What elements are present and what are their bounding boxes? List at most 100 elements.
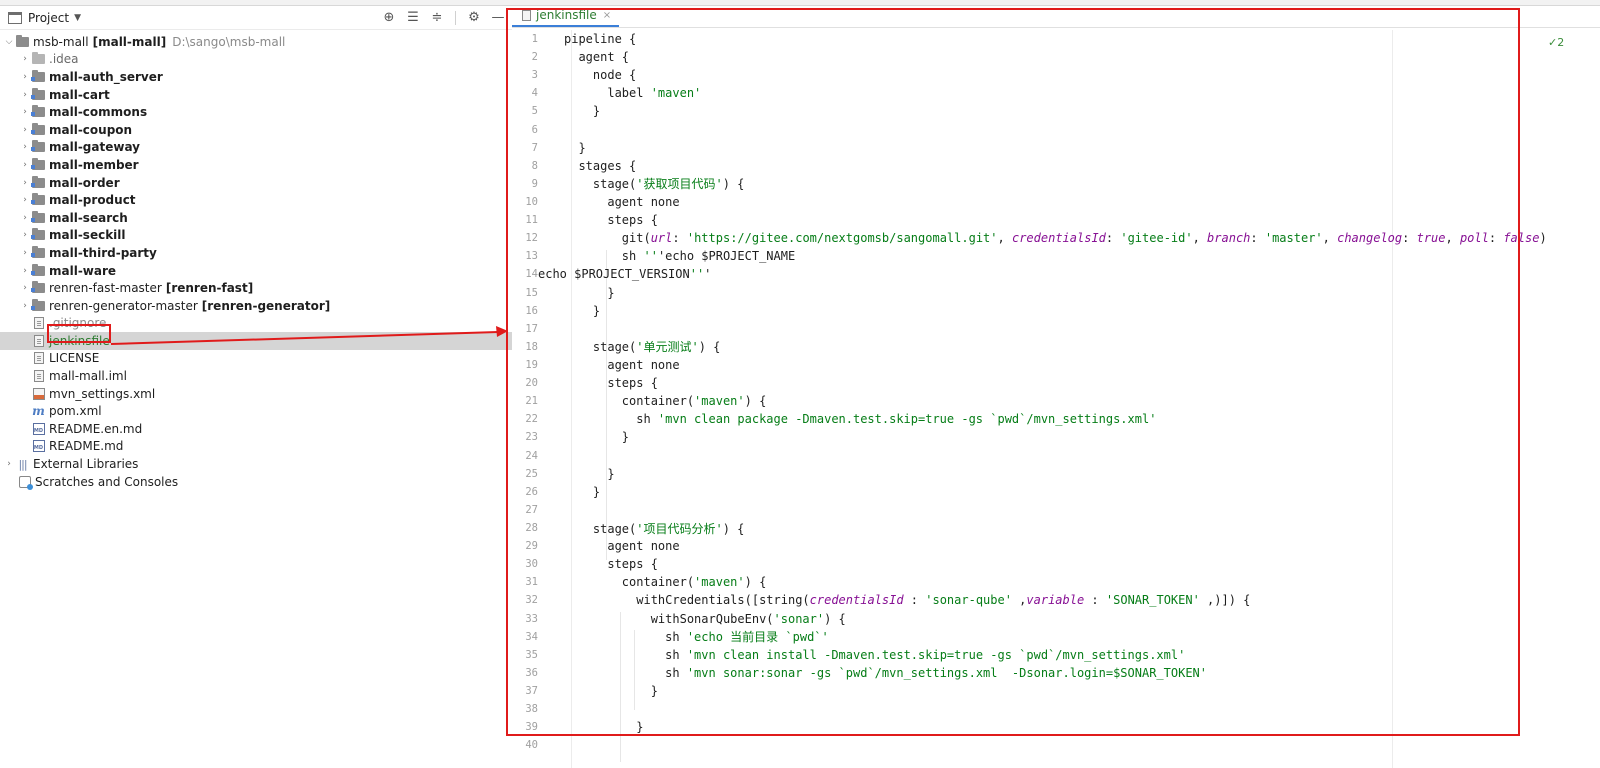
- code-line[interactable]: 10 agent none: [512, 193, 1600, 211]
- code-line[interactable]: 16 }: [512, 302, 1600, 320]
- code-text: container('maven') {: [564, 394, 767, 409]
- chevron-right-icon[interactable]: ›: [18, 283, 32, 293]
- tree-item-module[interactable]: › renren-fast-master [renren-fast]: [0, 279, 512, 297]
- tree-item-module[interactable]: › mall-search: [0, 209, 512, 227]
- code-line[interactable]: 19 agent none: [512, 356, 1600, 374]
- code-line[interactable]: 5 }: [512, 102, 1600, 120]
- chevron-right-icon[interactable]: ›: [18, 248, 32, 258]
- chevron-right-icon[interactable]: ›: [18, 178, 32, 188]
- tree-item-module[interactable]: › mall-order: [0, 174, 512, 192]
- tree-item-module[interactable]: › mall-commons: [0, 103, 512, 121]
- code-line[interactable]: 24: [512, 447, 1600, 465]
- code-line[interactable]: 40: [512, 736, 1600, 754]
- tree-item-file[interactable]: m pom.xml: [0, 402, 512, 420]
- project-view-selector[interactable]: Project: [28, 11, 69, 25]
- chevron-right-icon[interactable]: ›: [2, 459, 16, 469]
- chevron-right-icon[interactable]: ›: [18, 72, 32, 82]
- code-line[interactable]: 27: [512, 501, 1600, 519]
- tree-item-file[interactable]: mvn_settings.xml: [0, 385, 512, 403]
- code-line[interactable]: 29 agent none: [512, 537, 1600, 555]
- tree-item-file[interactable]: LICENSE: [0, 350, 512, 368]
- chevron-right-icon[interactable]: ›: [18, 160, 32, 170]
- code-text: echo $PROJECT_VERSION''': [538, 267, 712, 282]
- tree-item-module[interactable]: › mall-ware: [0, 262, 512, 280]
- code-area[interactable]: 1 pipeline {2 agent {3 node {4 label 'mav…: [512, 30, 1600, 768]
- code-line[interactable]: 37 }: [512, 682, 1600, 700]
- chevron-right-icon[interactable]: ›: [18, 125, 32, 135]
- tree-item-module[interactable]: › mall-gateway: [0, 139, 512, 157]
- chevron-right-icon[interactable]: ›: [18, 142, 32, 152]
- chevron-right-icon[interactable]: ›: [18, 90, 32, 100]
- line-number: 37: [525, 684, 538, 697]
- chevron-right-icon[interactable]: ›: [18, 230, 32, 240]
- code-line[interactable]: 30 steps {: [512, 555, 1600, 573]
- code-line[interactable]: 31 container('maven') {: [512, 573, 1600, 591]
- tree-item-idea[interactable]: › .idea: [0, 51, 512, 69]
- code-line[interactable]: 28 stage('项目代码分析') {: [512, 519, 1600, 537]
- code-line[interactable]: 15 }: [512, 284, 1600, 302]
- code-line[interactable]: 36 sh 'mvn sonar:sonar -gs `pwd`/mvn_set…: [512, 664, 1600, 682]
- tree-item-file[interactable]: mall-mall.iml: [0, 367, 512, 385]
- tab-jenkinsfile[interactable]: jenkinsfile ×: [512, 5, 620, 27]
- code-line[interactable]: 6: [512, 121, 1600, 139]
- code-line[interactable]: 1 pipeline {: [512, 30, 1600, 48]
- code-line[interactable]: 34 sh 'echo 当前目录 `pwd`': [512, 628, 1600, 646]
- code-line[interactable]: 22 sh 'mvn clean package -Dmaven.test.sk…: [512, 410, 1600, 428]
- tree-item-module[interactable]: › mall-member: [0, 156, 512, 174]
- code-line[interactable]: 3 node {: [512, 66, 1600, 84]
- code-line[interactable]: 25 }: [512, 465, 1600, 483]
- code-line[interactable]: 18 stage('单元测试') {: [512, 338, 1600, 356]
- code-line[interactable]: 23 }: [512, 428, 1600, 446]
- tree-item-file[interactable]: MD README.md: [0, 438, 512, 456]
- code-line[interactable]: 9 stage('获取项目代码') {: [512, 175, 1600, 193]
- code-line[interactable]: 26 }: [512, 483, 1600, 501]
- code-line[interactable]: 11 steps {: [512, 211, 1600, 229]
- tree-item-root[interactable]: ⌵ msb-mall [mall-mall] D:\sango\msb-mall: [0, 33, 512, 51]
- tree-item-module[interactable]: › mall-auth_server: [0, 68, 512, 86]
- code-line[interactable]: 21 container('maven') {: [512, 392, 1600, 410]
- code-text: }: [564, 303, 601, 318]
- code-line[interactable]: 33 withSonarQubeEnv('sonar') {: [512, 610, 1600, 628]
- code-line[interactable]: 4 label 'maven': [512, 84, 1600, 102]
- expand-all-icon[interactable]: ☰: [403, 9, 423, 27]
- code-line[interactable]: 38: [512, 700, 1600, 718]
- chevron-down-icon[interactable]: ⌵: [2, 37, 16, 47]
- chevron-right-icon[interactable]: ›: [18, 107, 32, 117]
- locate-file-icon[interactable]: ⊕: [379, 9, 399, 27]
- chevron-down-icon[interactable]: ▼: [74, 13, 81, 23]
- tree-item-scratches[interactable]: Scratches and Consoles: [0, 473, 512, 491]
- code-line[interactable]: 39 }: [512, 718, 1600, 736]
- tree-item-module[interactable]: › mall-third-party: [0, 244, 512, 262]
- line-number: 30: [525, 558, 538, 571]
- line-number: 40: [525, 739, 538, 752]
- code-line[interactable]: 13 sh '''echo $PROJECT_NAME: [512, 247, 1600, 265]
- chevron-right-icon[interactable]: ›: [18, 301, 32, 311]
- chevron-right-icon[interactable]: ›: [18, 54, 32, 64]
- chevron-right-icon[interactable]: ›: [18, 266, 32, 276]
- code-line[interactable]: 32 withCredentials([string(credentialsId…: [512, 591, 1600, 609]
- tree-item-module[interactable]: › mall-coupon: [0, 121, 512, 139]
- tree-item-module[interactable]: › mall-cart: [0, 86, 512, 104]
- close-icon[interactable]: ×: [603, 10, 611, 21]
- tree-item-module[interactable]: › mall-seckill: [0, 227, 512, 245]
- gear-icon[interactable]: ⚙: [464, 9, 484, 27]
- tree-item-module[interactable]: › renren-generator-master [renren-genera…: [0, 297, 512, 315]
- code-line[interactable]: 8 stages {: [512, 157, 1600, 175]
- tree-item-file[interactable]: MD README.en.md: [0, 420, 512, 438]
- tree-item-module[interactable]: › mall-product: [0, 191, 512, 209]
- code-line[interactable]: 35 sh 'mvn clean install -Dmaven.test.sk…: [512, 646, 1600, 664]
- code-line[interactable]: 20 steps {: [512, 374, 1600, 392]
- inspection-status-indicator[interactable]: ✓2: [1548, 36, 1564, 49]
- code-line[interactable]: 14 echo $PROJECT_VERSION''': [512, 265, 1600, 283]
- code-line[interactable]: 12 git(url: 'https://gitee.com/nextgomsb…: [512, 229, 1600, 247]
- tree-item-external-libraries[interactable]: › ||| External Libraries: [0, 455, 512, 473]
- hide-panel-icon[interactable]: —: [488, 9, 508, 27]
- code-line[interactable]: 7 }: [512, 139, 1600, 157]
- code-text: sh 'echo 当前目录 `pwd`': [564, 630, 829, 645]
- chevron-right-icon[interactable]: ›: [18, 195, 32, 205]
- code-text: }: [564, 484, 601, 499]
- collapse-all-icon[interactable]: ≑: [427, 9, 447, 27]
- code-line[interactable]: 17: [512, 320, 1600, 338]
- code-line[interactable]: 2 agent {: [512, 48, 1600, 66]
- chevron-right-icon[interactable]: ›: [18, 213, 32, 223]
